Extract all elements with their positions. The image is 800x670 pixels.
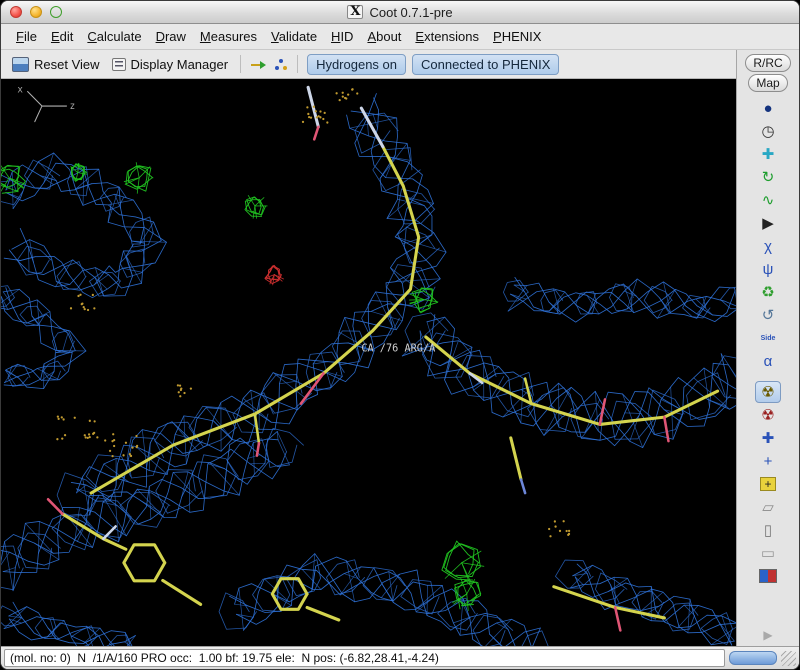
menu-validate[interactable]: Validate — [264, 27, 324, 46]
recycle-icon[interactable]: ♻ — [755, 281, 781, 303]
rrc-button[interactable]: R/RC — [745, 54, 791, 72]
left-column: Reset View Display Manager Hydrogens on … — [1, 50, 736, 646]
chi-angles-icon[interactable]: χ — [755, 235, 781, 257]
display-issues-icon[interactable] — [755, 565, 781, 587]
coot-window: X Coot 0.7.1-pre File Edit Calculate Draw Me… — [0, 0, 800, 670]
sphere-icon[interactable]: ● — [755, 97, 781, 119]
content-row: Reset View Display Manager Hydrogens on … — [1, 50, 799, 646]
window-title: Coot 0.7.1-pre — [369, 4, 453, 20]
hydrogens-toggle-button[interactable]: Hydrogens on — [307, 53, 407, 75]
torsion-icon[interactable]: ∿ — [755, 189, 781, 211]
clock-icon[interactable]: ◷ — [755, 120, 781, 142]
window-controls — [1, 6, 62, 18]
display-manager-button[interactable]: Display Manager — [109, 55, 232, 74]
menu-phenix[interactable]: PHENIX — [486, 27, 548, 46]
menu-extensions[interactable]: Extensions — [408, 27, 486, 46]
resize-grip[interactable] — [781, 650, 796, 666]
menu-edit[interactable]: Edit — [44, 27, 80, 46]
right-sidebar: R/RC Map ● ◷ ✚ ↻ ∿ ▶ χ ψ ♻ ↺ Side α ☢ ☢ ✚ + + ▱ ▯ ▭ ▶ — [736, 50, 799, 646]
axis-z-label: z — [70, 101, 76, 112]
menu-calculate[interactable]: Calculate — [80, 27, 148, 46]
map-button[interactable]: Map — [748, 74, 788, 92]
tool-strip-lower: ☢ ☢ ✚ + + ▱ ▯ ▭ — [755, 381, 781, 587]
reset-view-label: Reset View — [34, 56, 100, 72]
expand-toolbar-icon[interactable]: ▶ — [763, 628, 772, 642]
trash-icon[interactable]: ▯ — [755, 519, 781, 541]
undo-model-icon[interactable]: ↺ — [755, 304, 781, 326]
minimize-button[interactable] — [30, 6, 42, 18]
menu-file[interactable]: File — [9, 27, 44, 46]
graphics-canvas[interactable]: x z CA /76 ARG/A — [1, 79, 736, 646]
status-bar: (mol. no: 0) N /1/A/160 PRO occ: 1.00 bf… — [1, 646, 799, 669]
sidechain-icon[interactable]: Side — [755, 327, 781, 349]
menu-measures[interactable]: Measures — [193, 27, 264, 46]
add-residue-icon[interactable]: + — [755, 473, 781, 495]
axes-cross-icon[interactable]: ✚ — [755, 427, 781, 449]
reset-view-icon — [12, 56, 29, 72]
density-map-svg: x z CA /76 ARG/A — [1, 84, 736, 646]
title-bar[interactable]: X Coot 0.7.1-pre — [1, 1, 799, 24]
display-manager-label: Display Manager — [130, 56, 229, 72]
zoom-button[interactable] — [50, 6, 62, 18]
menu-hid[interactable]: HID — [324, 27, 360, 46]
rotate-zone-icon[interactable]: ↻ — [755, 166, 781, 188]
label-cross-icon[interactable]: + — [755, 450, 781, 472]
go-to-ligand-icon[interactable] — [273, 57, 288, 72]
window-title-group: X Coot 0.7.1-pre — [1, 5, 799, 20]
tool-strip-upper: ● ◷ ✚ ↻ ∿ ▶ χ ψ ♻ ↺ Side α — [755, 97, 781, 372]
x11-icon: X — [347, 5, 364, 19]
main-toolbar: Reset View Display Manager Hydrogens on … — [1, 50, 736, 79]
go-to-atom-icon[interactable] — [250, 57, 267, 72]
flip-peptide-icon[interactable]: ψ — [755, 258, 781, 280]
status-field: (mol. no: 0) N /1/A/160 PRO occ: 1.00 bf… — [4, 649, 725, 667]
pointer-icon[interactable]: ▶ — [755, 212, 781, 234]
cylinder-icon[interactable]: ▭ — [755, 542, 781, 564]
display-manager-icon — [111, 57, 126, 71]
residue-label: CA /76 ARG/A — [361, 343, 436, 355]
autofit-rotamer-icon[interactable]: α — [755, 350, 781, 372]
eraser-icon[interactable]: ▱ — [755, 496, 781, 518]
close-button[interactable] — [10, 6, 22, 18]
radiation-icon[interactable]: ☢ — [755, 381, 781, 403]
phenix-connection-button[interactable]: Connected to PHENIX — [412, 53, 560, 75]
menu-draw[interactable]: Draw — [149, 27, 193, 46]
scrollbar-thumb[interactable] — [729, 651, 777, 665]
toolbar-separator — [297, 55, 299, 73]
move-axes-icon[interactable]: ✚ — [755, 143, 781, 165]
axis-x-label: x — [17, 84, 23, 95]
radiation-dark-icon[interactable]: ☢ — [755, 404, 781, 426]
menu-about[interactable]: About — [360, 27, 408, 46]
reset-view-button[interactable]: Reset View — [9, 55, 103, 74]
toolbar-separator — [240, 55, 242, 73]
menu-bar: File Edit Calculate Draw Measures Validate HID… — [1, 24, 799, 50]
